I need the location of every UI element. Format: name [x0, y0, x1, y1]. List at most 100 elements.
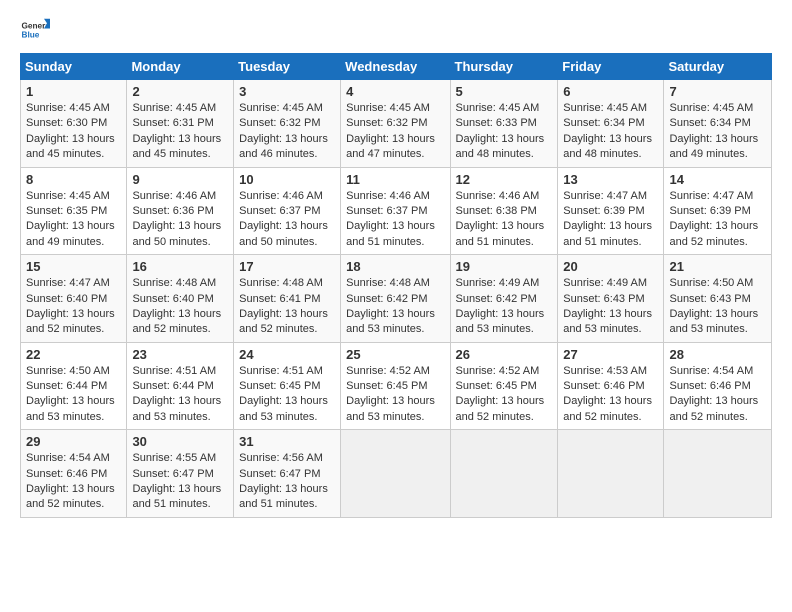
table-row: 3 Sunrise: 4:45 AMSunset: 6:32 PMDayligh…	[234, 80, 341, 168]
day-info: Sunrise: 4:51 AMSunset: 6:44 PMDaylight:…	[132, 364, 228, 426]
calendar-week-row: 29 Sunrise: 4:54 AMSunset: 6:46 PMDaylig…	[21, 430, 772, 518]
logo-icon: General Blue	[20, 15, 50, 45]
table-row: 1 Sunrise: 4:45 AMSunset: 6:30 PMDayligh…	[21, 80, 127, 168]
table-row: 7 Sunrise: 4:45 AMSunset: 6:34 PMDayligh…	[664, 80, 772, 168]
day-number: 29	[26, 434, 121, 449]
table-row: 4 Sunrise: 4:45 AMSunset: 6:32 PMDayligh…	[341, 80, 450, 168]
table-row: 17 Sunrise: 4:48 AMSunset: 6:41 PMDaylig…	[234, 255, 341, 343]
day-info: Sunrise: 4:56 AMSunset: 6:47 PMDaylight:…	[239, 451, 335, 513]
main-container: General Blue Sunday Monday Tuesday Wedne…	[0, 0, 792, 528]
day-number: 20	[563, 259, 658, 274]
table-row: 18 Sunrise: 4:48 AMSunset: 6:42 PMDaylig…	[341, 255, 450, 343]
day-number: 15	[26, 259, 121, 274]
logo: General Blue	[20, 15, 54, 45]
empty-cell	[450, 430, 558, 518]
day-number: 5	[456, 84, 553, 99]
day-info: Sunrise: 4:52 AMSunset: 6:45 PMDaylight:…	[346, 364, 444, 426]
day-number: 19	[456, 259, 553, 274]
table-row: 12 Sunrise: 4:46 AMSunset: 6:38 PMDaylig…	[450, 167, 558, 255]
table-row: 25 Sunrise: 4:52 AMSunset: 6:45 PMDaylig…	[341, 342, 450, 430]
day-info: Sunrise: 4:51 AMSunset: 6:45 PMDaylight:…	[239, 364, 335, 426]
table-row: 19 Sunrise: 4:49 AMSunset: 6:42 PMDaylig…	[450, 255, 558, 343]
header: General Blue	[20, 15, 772, 45]
col-saturday: Saturday	[664, 54, 772, 80]
svg-text:Blue: Blue	[22, 31, 40, 40]
day-number: 2	[132, 84, 228, 99]
col-tuesday: Tuesday	[234, 54, 341, 80]
table-row: 20 Sunrise: 4:49 AMSunset: 6:43 PMDaylig…	[558, 255, 664, 343]
table-row: 9 Sunrise: 4:46 AMSunset: 6:36 PMDayligh…	[127, 167, 234, 255]
table-row: 11 Sunrise: 4:46 AMSunset: 6:37 PMDaylig…	[341, 167, 450, 255]
table-row: 6 Sunrise: 4:45 AMSunset: 6:34 PMDayligh…	[558, 80, 664, 168]
table-row: 16 Sunrise: 4:48 AMSunset: 6:40 PMDaylig…	[127, 255, 234, 343]
calendar-table: Sunday Monday Tuesday Wednesday Thursday…	[20, 53, 772, 518]
day-number: 26	[456, 347, 553, 362]
calendar-week-row: 1 Sunrise: 4:45 AMSunset: 6:30 PMDayligh…	[21, 80, 772, 168]
day-info: Sunrise: 4:47 AMSunset: 6:40 PMDaylight:…	[26, 276, 121, 338]
day-info: Sunrise: 4:49 AMSunset: 6:43 PMDaylight:…	[563, 276, 658, 338]
day-number: 28	[669, 347, 766, 362]
day-number: 17	[239, 259, 335, 274]
day-number: 9	[132, 172, 228, 187]
day-number: 6	[563, 84, 658, 99]
table-row: 2 Sunrise: 4:45 AMSunset: 6:31 PMDayligh…	[127, 80, 234, 168]
day-info: Sunrise: 4:52 AMSunset: 6:45 PMDaylight:…	[456, 364, 553, 426]
table-row: 28 Sunrise: 4:54 AMSunset: 6:46 PMDaylig…	[664, 342, 772, 430]
day-info: Sunrise: 4:45 AMSunset: 6:35 PMDaylight:…	[26, 189, 121, 251]
day-number: 23	[132, 347, 228, 362]
day-info: Sunrise: 4:48 AMSunset: 6:42 PMDaylight:…	[346, 276, 444, 338]
day-number: 25	[346, 347, 444, 362]
table-row: 24 Sunrise: 4:51 AMSunset: 6:45 PMDaylig…	[234, 342, 341, 430]
day-info: Sunrise: 4:45 AMSunset: 6:33 PMDaylight:…	[456, 101, 553, 163]
col-sunday: Sunday	[21, 54, 127, 80]
day-info: Sunrise: 4:46 AMSunset: 6:37 PMDaylight:…	[239, 189, 335, 251]
day-info: Sunrise: 4:45 AMSunset: 6:32 PMDaylight:…	[239, 101, 335, 163]
day-number: 30	[132, 434, 228, 449]
day-number: 1	[26, 84, 121, 99]
day-info: Sunrise: 4:46 AMSunset: 6:38 PMDaylight:…	[456, 189, 553, 251]
day-info: Sunrise: 4:45 AMSunset: 6:32 PMDaylight:…	[346, 101, 444, 163]
table-row: 8 Sunrise: 4:45 AMSunset: 6:35 PMDayligh…	[21, 167, 127, 255]
day-number: 13	[563, 172, 658, 187]
col-friday: Friday	[558, 54, 664, 80]
day-number: 7	[669, 84, 766, 99]
day-number: 27	[563, 347, 658, 362]
day-number: 31	[239, 434, 335, 449]
col-wednesday: Wednesday	[341, 54, 450, 80]
day-info: Sunrise: 4:45 AMSunset: 6:31 PMDaylight:…	[132, 101, 228, 163]
calendar-week-row: 22 Sunrise: 4:50 AMSunset: 6:44 PMDaylig…	[21, 342, 772, 430]
day-number: 4	[346, 84, 444, 99]
table-row: 29 Sunrise: 4:54 AMSunset: 6:46 PMDaylig…	[21, 430, 127, 518]
calendar-week-row: 8 Sunrise: 4:45 AMSunset: 6:35 PMDayligh…	[21, 167, 772, 255]
day-number: 8	[26, 172, 121, 187]
day-info: Sunrise: 4:46 AMSunset: 6:37 PMDaylight:…	[346, 189, 444, 251]
table-row: 21 Sunrise: 4:50 AMSunset: 6:43 PMDaylig…	[664, 255, 772, 343]
day-info: Sunrise: 4:45 AMSunset: 6:34 PMDaylight:…	[669, 101, 766, 163]
day-info: Sunrise: 4:46 AMSunset: 6:36 PMDaylight:…	[132, 189, 228, 251]
empty-cell	[341, 430, 450, 518]
day-info: Sunrise: 4:54 AMSunset: 6:46 PMDaylight:…	[26, 451, 121, 513]
day-info: Sunrise: 4:50 AMSunset: 6:43 PMDaylight:…	[669, 276, 766, 338]
table-row: 14 Sunrise: 4:47 AMSunset: 6:39 PMDaylig…	[664, 167, 772, 255]
day-info: Sunrise: 4:55 AMSunset: 6:47 PMDaylight:…	[132, 451, 228, 513]
day-number: 12	[456, 172, 553, 187]
table-row: 31 Sunrise: 4:56 AMSunset: 6:47 PMDaylig…	[234, 430, 341, 518]
day-info: Sunrise: 4:45 AMSunset: 6:30 PMDaylight:…	[26, 101, 121, 163]
table-row: 23 Sunrise: 4:51 AMSunset: 6:44 PMDaylig…	[127, 342, 234, 430]
table-row: 27 Sunrise: 4:53 AMSunset: 6:46 PMDaylig…	[558, 342, 664, 430]
day-info: Sunrise: 4:48 AMSunset: 6:40 PMDaylight:…	[132, 276, 228, 338]
day-number: 16	[132, 259, 228, 274]
day-number: 24	[239, 347, 335, 362]
col-monday: Monday	[127, 54, 234, 80]
empty-cell	[664, 430, 772, 518]
day-number: 3	[239, 84, 335, 99]
table-row: 13 Sunrise: 4:47 AMSunset: 6:39 PMDaylig…	[558, 167, 664, 255]
table-row: 5 Sunrise: 4:45 AMSunset: 6:33 PMDayligh…	[450, 80, 558, 168]
table-row: 15 Sunrise: 4:47 AMSunset: 6:40 PMDaylig…	[21, 255, 127, 343]
day-number: 22	[26, 347, 121, 362]
table-row: 30 Sunrise: 4:55 AMSunset: 6:47 PMDaylig…	[127, 430, 234, 518]
day-number: 18	[346, 259, 444, 274]
day-info: Sunrise: 4:49 AMSunset: 6:42 PMDaylight:…	[456, 276, 553, 338]
col-thursday: Thursday	[450, 54, 558, 80]
day-number: 14	[669, 172, 766, 187]
